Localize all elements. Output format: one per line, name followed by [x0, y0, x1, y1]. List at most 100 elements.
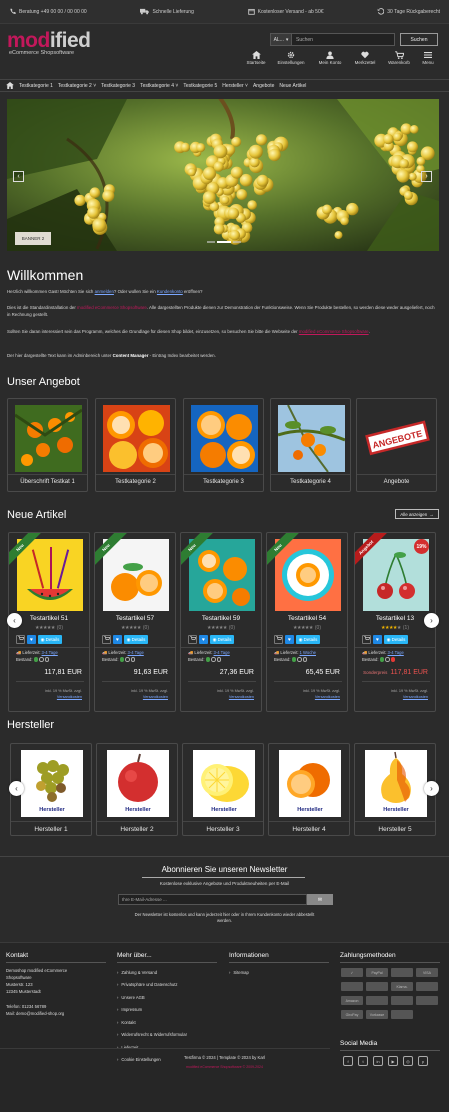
search-category-select[interactable]: AL... ▾ [270, 33, 292, 46]
catnav-item-3[interactable]: Testkategorie 3 [101, 83, 135, 89]
header-nav-cart[interactable]: Warenkorb [384, 51, 414, 65]
catnav-item-1[interactable]: Testkategorie 1 [19, 83, 53, 89]
delivery-value[interactable]: 3-4 Tage [128, 650, 144, 655]
product-card[interactable]: Neu Testartikel 54 ★★★★★ (0) ♥ ◉ Details 🚚 Lief… [266, 532, 348, 712]
banner-prev-button[interactable]: ‹ [13, 171, 24, 182]
newsletter-email-input[interactable]: Ihre E-Mail-Adresse ... [118, 894, 307, 905]
delivery-value[interactable]: 3-4 Tage [214, 650, 230, 655]
add-to-cart-button[interactable] [188, 635, 197, 644]
home-icon[interactable] [6, 82, 14, 89]
shipping-cost-link[interactable]: Versandkosten [131, 694, 168, 700]
footer-mail[interactable]: Mail: demo@modified-shop.org [6, 1010, 106, 1017]
details-button[interactable]: ◉ Details [296, 635, 320, 644]
offer-card-3[interactable]: Testkategorie 3 [183, 398, 264, 492]
offer-card-4[interactable]: Testkategorie 4 [270, 398, 351, 492]
catnav-item-offers[interactable]: Angebote [253, 83, 274, 89]
catnav-item-manufacturer[interactable]: Hersteller ˅ [222, 83, 248, 89]
banner-dot[interactable] [233, 241, 241, 243]
footer-link[interactable]: › Privatsphäre und Datenschutz [117, 979, 217, 992]
product-card[interactable]: Neu Testartikel 57 ★★★★★ (0) ♥ ◉ Details 🚚 Lief… [94, 532, 176, 712]
details-button[interactable]: ◉ Details [38, 635, 62, 644]
hero-banner[interactable]: ‹ › BANNER 2 [7, 99, 439, 251]
manufacturers-next-button[interactable]: › [424, 781, 439, 796]
banner-dot-active[interactable] [217, 241, 231, 243]
product-image[interactable] [17, 539, 83, 611]
delivery-value[interactable]: 3-4 Tage [388, 650, 404, 655]
register-link[interactable]: Kundenkonto [157, 289, 183, 294]
add-to-wishlist-button[interactable]: ♥ [113, 635, 122, 644]
catnav-item-2[interactable]: Testkategorie 2 ˅ [58, 83, 96, 89]
tax-info: inkl. 19 % MwSt. zzgl. Versandkosten [391, 689, 428, 700]
add-to-cart-button[interactable] [274, 635, 283, 644]
offer-label: Testkategorie 2 [115, 479, 156, 485]
search-input[interactable]: Suchen [292, 33, 395, 46]
footer-address-line: Musterstr. 123 [6, 982, 33, 987]
manufacturer-card-3[interactable]: Hersteller Hersteller 3 [182, 743, 264, 836]
header-nav-menu[interactable]: Menu [413, 51, 443, 65]
add-to-cart-button[interactable] [362, 635, 371, 644]
footer-link[interactable]: › Impressum [117, 1004, 217, 1017]
header-nav-home[interactable]: Startseite [241, 51, 271, 65]
newsletter-submit-button[interactable]: ✉ [307, 894, 333, 905]
details-button[interactable]: ◉ Details [210, 635, 234, 644]
footer-link[interactable]: › Zahlung & Versand [117, 966, 217, 979]
add-to-wishlist-button[interactable]: ♥ [199, 635, 208, 644]
footer-link[interactable]: › Unsere AGB [117, 991, 217, 1004]
products-next-button[interactable]: › [424, 613, 439, 628]
footer-link[interactable]: › Widerrufsrecht & Widerrufsformular [117, 1029, 217, 1042]
login-link[interactable]: anmelden [95, 289, 114, 294]
offer-card-2[interactable]: Testkategorie 2 [95, 398, 176, 492]
manufacturer-image[interactable]: Hersteller [107, 750, 169, 817]
banner-next-button[interactable]: › [421, 171, 432, 182]
catnav-item-new[interactable]: Neue Artikel [279, 83, 306, 89]
products-prev-button[interactable]: ‹ [7, 613, 22, 628]
details-button[interactable]: ◉ Details [124, 635, 148, 644]
details-label: Details [45, 637, 60, 642]
shop-logo[interactable]: modified eCommerce Shopsoftware [7, 30, 97, 60]
logo-pink: mod [7, 29, 50, 52]
modified-link[interactable]: modified eCommerce Shopsoftware [299, 329, 369, 334]
powered-by[interactable]: modified eCommerce Shopsoftware © 2009-2… [0, 1065, 449, 1069]
catnav-item-4[interactable]: Testkategorie 4 ˅ [140, 83, 178, 89]
product-name[interactable]: Testartikel 54 [267, 615, 347, 622]
banner-dot[interactable] [207, 241, 215, 243]
product-name[interactable]: Testartikel 13 [355, 615, 435, 622]
manufacturers-prev-button[interactable]: ‹ [9, 781, 24, 796]
shipping-cost-link[interactable]: Versandkosten [303, 694, 340, 700]
details-button[interactable]: ◉ Details [384, 635, 408, 644]
product-card[interactable]: Neu Testartikel 59 ★★★★★ (0) ♥ ◉ Details 🚚 Lief… [180, 532, 262, 712]
add-to-cart-button[interactable] [16, 635, 25, 644]
show-all-button[interactable]: Alle anzeigen → [395, 509, 439, 519]
header-nav-user[interactable]: Mein Konto [315, 51, 345, 65]
shipping-cost-link[interactable]: Versandkosten [391, 694, 428, 700]
add-to-cart-button[interactable] [102, 635, 111, 644]
shipping-cost-link[interactable]: Versandkosten [217, 694, 254, 700]
manufacturer-image[interactable]: Hersteller [279, 750, 341, 817]
header-nav-gear[interactable]: Einstellungen [276, 51, 306, 65]
add-to-wishlist-button[interactable]: ♥ [27, 635, 36, 644]
footer-link[interactable]: › Kontakt [117, 1016, 217, 1029]
delivery-value[interactable]: 1 Woche [300, 650, 316, 655]
manufacturer-card-4[interactable]: Hersteller Hersteller 4 [268, 743, 350, 836]
product-image[interactable] [103, 539, 169, 611]
offer-divider [184, 474, 263, 475]
manufacturer-image[interactable]: Hersteller [365, 750, 427, 817]
footer-link-sitemap[interactable]: › Sitemap [229, 966, 329, 979]
catnav-item-5[interactable]: Testkategorie 5 [183, 83, 217, 89]
product-name[interactable]: Testartikel 59 [181, 615, 261, 622]
manufacturer-image[interactable]: Hersteller [193, 750, 255, 817]
shipping-cost-link[interactable]: Versandkosten [45, 694, 82, 700]
header-nav-heart[interactable]: Merkzettel [350, 51, 380, 65]
offer-card-1[interactable]: Überschrift Testkat 1 [7, 398, 88, 492]
product-image[interactable] [275, 539, 341, 611]
search-button[interactable]: Suchen [400, 33, 438, 46]
delivery-value[interactable]: 3-4 Tage [42, 650, 58, 655]
manufacturer-card-2[interactable]: Hersteller Hersteller 2 [96, 743, 178, 836]
product-name[interactable]: Testartikel 57 [95, 615, 175, 622]
manufacturer-image[interactable]: Hersteller [21, 750, 83, 817]
product-image[interactable] [189, 539, 255, 611]
offer-card-5[interactable]: ANGEBOTE Angebote [356, 398, 437, 492]
add-to-wishlist-button[interactable]: ♥ [285, 635, 294, 644]
manufacturer-divider [183, 821, 263, 822]
add-to-wishlist-button[interactable]: ♥ [373, 635, 382, 644]
